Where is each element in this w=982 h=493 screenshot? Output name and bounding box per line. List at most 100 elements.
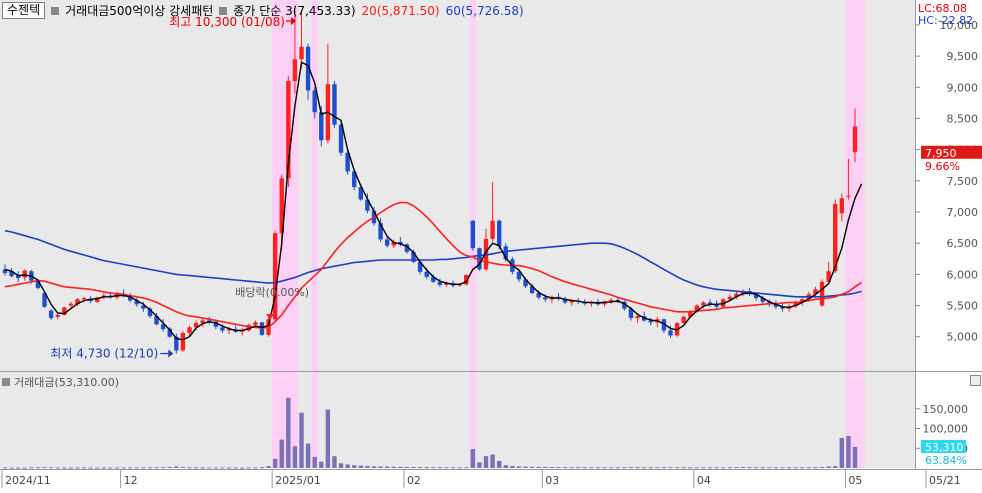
- date-label: 2025/01: [275, 474, 321, 487]
- volume-bar: [88, 467, 93, 469]
- candle-body: [22, 270, 27, 278]
- volume-bar: [114, 467, 120, 469]
- volume-bar: [226, 467, 232, 469]
- chart-canvas: 10,0009,5009,0008,5008,0007,5007,0006,50…: [0, 0, 982, 489]
- volume-bar: [602, 467, 607, 469]
- volume-bar: [345, 464, 350, 468]
- volume-bar: [833, 466, 838, 468]
- date-label: 05: [848, 474, 862, 487]
- candle-body: [292, 59, 298, 82]
- volume-bar: [160, 467, 166, 469]
- volume-pane-bg: [0, 372, 915, 468]
- volume-bar: [22, 467, 27, 469]
- volume-bar: [694, 467, 700, 469]
- volume-bar: [299, 412, 304, 468]
- volume-bar: [543, 466, 548, 468]
- volume-bar: [174, 466, 179, 468]
- dividend-annotation: 배당락(0.00%): [235, 286, 309, 299]
- volume-bar: [358, 465, 364, 468]
- stock-chart: 10,0009,5009,0008,5008,0007,5007,0006,50…: [0, 0, 982, 489]
- volume-bar: [193, 467, 199, 469]
- price-tick-label: 6,000: [947, 268, 979, 281]
- volume-bar: [483, 456, 489, 468]
- volume-bar: [141, 467, 146, 469]
- volume-bar: [180, 467, 186, 469]
- price-tick-label: 5,000: [947, 331, 979, 344]
- volume-bar: [384, 466, 390, 468]
- pattern-label[interactable]: 거래대금500억이상 강세패턴: [65, 2, 213, 19]
- price-tick-label: 8,500: [947, 112, 979, 125]
- volume-bar: [220, 467, 225, 469]
- volume-bar: [773, 467, 779, 469]
- volume-bar: [655, 467, 660, 469]
- candle-body: [819, 281, 825, 306]
- candle-body: [496, 220, 502, 247]
- candle-body: [470, 220, 476, 249]
- volume-bar: [641, 467, 647, 469]
- volume-bar: [233, 467, 238, 469]
- pane-collapse-icon[interactable]: [970, 375, 981, 386]
- price-pane-bg: [0, 0, 915, 371]
- volume-bar: [213, 467, 219, 469]
- volume-bar: [81, 467, 87, 469]
- volume-bar: [740, 467, 746, 469]
- ma60-label[interactable]: 60(5,726.58): [446, 4, 524, 18]
- volume-bar: [510, 466, 515, 468]
- volume-bar: [127, 467, 133, 469]
- volume-bar: [589, 467, 594, 469]
- volume-bar: [688, 467, 693, 469]
- volume-bar: [305, 443, 311, 468]
- volume-bar: [424, 467, 429, 469]
- volume-bar: [246, 467, 251, 469]
- volume-bar: [635, 467, 640, 469]
- volume-bar: [411, 467, 416, 469]
- volume-bar: [9, 467, 14, 469]
- volume-bar: [477, 462, 482, 468]
- price-tick-label: 6,500: [947, 237, 979, 250]
- volume-bar: [35, 467, 41, 469]
- volume-bar: [727, 467, 733, 469]
- volume-bar: [240, 467, 245, 469]
- volume-bar: [701, 467, 706, 469]
- candle-body: [424, 271, 429, 277]
- volume-bar: [846, 436, 851, 468]
- volume-bar: [338, 463, 344, 468]
- volume-bar: [793, 467, 798, 469]
- volume-bar: [457, 467, 462, 469]
- volume-label[interactable]: 거래대금(53,310.00): [14, 374, 119, 390]
- volume-bar: [371, 466, 377, 468]
- volume-bar: [595, 467, 601, 469]
- volume-bar: [147, 467, 153, 469]
- volume-bar: [266, 466, 271, 468]
- close-ma-label[interactable]: 종가 단순 3(7,453.33): [233, 2, 355, 19]
- candle-body: [839, 198, 845, 214]
- volume-tick-label: 100,000: [923, 423, 969, 436]
- volume-bar: [767, 467, 772, 469]
- volume-bar: [753, 467, 759, 469]
- volume-bar: [628, 467, 634, 469]
- volume-bar: [800, 467, 805, 469]
- volume-bar: [101, 467, 107, 469]
- volume-bar: [529, 466, 535, 468]
- candle-body: [668, 330, 673, 336]
- candle-body: [312, 90, 317, 113]
- volume-tick-label: 150,000: [923, 403, 969, 416]
- volume-bar: [187, 467, 192, 469]
- candle-body: [635, 316, 640, 318]
- volume-bar: [668, 467, 673, 469]
- volume-bar: [259, 467, 265, 469]
- date-label: 12: [124, 474, 138, 487]
- volume-bar: [609, 467, 614, 469]
- volume-bar: [714, 467, 719, 469]
- stock-name-box[interactable]: 수젠텍: [2, 2, 46, 19]
- volume-bar: [622, 467, 627, 469]
- volume-bar: [707, 467, 713, 469]
- candle-body: [681, 316, 686, 323]
- volume-bar: [536, 466, 541, 468]
- date-label: 04: [697, 474, 711, 487]
- price-tick-label: 5,500: [947, 300, 979, 313]
- volume-bar: [365, 466, 370, 468]
- candle-body: [253, 322, 258, 325]
- volume-bar: [55, 467, 60, 469]
- ma20-label[interactable]: 20(5,871.50): [362, 4, 440, 18]
